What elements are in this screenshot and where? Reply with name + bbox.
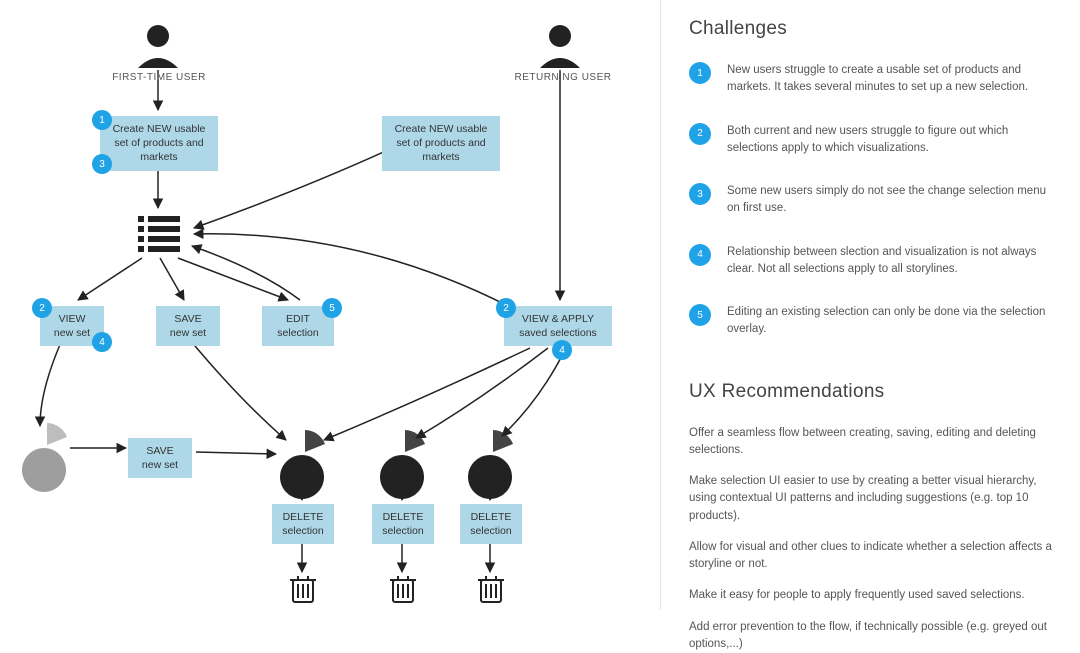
recommendation-item: Offer a seamless flow between creating, … <box>689 425 1058 460</box>
side-panel: Challenges 1 New users struggle to creat… <box>660 0 1080 610</box>
badge-4b: 4 <box>552 340 572 360</box>
badge-1: 1 <box>92 110 112 130</box>
sticky-create-first: Create NEW usable set of products and ma… <box>100 116 218 171</box>
challenge-badge: 3 <box>689 183 711 205</box>
badge-4a: 4 <box>92 332 112 352</box>
pie-black-3-icon <box>468 430 513 499</box>
first-time-user-icon <box>138 25 178 68</box>
pie-black-1-icon <box>280 430 325 499</box>
sticky-delete-3: DELETE selection <box>460 504 522 544</box>
challenge-badge: 4 <box>689 244 711 266</box>
challenge-item: 3 Some new users simply do not see the c… <box>689 183 1058 218</box>
recommendation-item: Allow for visual and other clues to indi… <box>689 539 1058 574</box>
first-time-user-label: FIRST-TIME USER <box>104 72 214 83</box>
trash-2-icon <box>390 576 416 602</box>
recommendations-heading: UX Recommendations <box>689 381 1058 403</box>
challenge-badge: 2 <box>689 123 711 145</box>
list-icon <box>138 216 180 252</box>
challenge-item: 2 Both current and new users struggle to… <box>689 123 1058 158</box>
badge-3: 3 <box>92 154 112 174</box>
challenge-item: 1 New users struggle to create a usable … <box>689 62 1058 97</box>
returning-user-icon <box>540 25 580 68</box>
diagram-canvas: FIRST-TIME USER RETURNING USER Create NE… <box>0 0 640 610</box>
challenge-item: 4 Relationship between slection and visu… <box>689 244 1058 279</box>
challenge-text: Relationship between slection and visual… <box>727 244 1058 279</box>
recommendation-item: Make selection UI easier to use by creat… <box>689 473 1058 525</box>
challenge-text: Editing an existing selection can only b… <box>727 304 1058 339</box>
badge-2a: 2 <box>32 298 52 318</box>
returning-user-label: RETURNING USER <box>508 72 618 83</box>
challenge-badge: 1 <box>689 62 711 84</box>
pie-grey-icon <box>22 423 67 492</box>
sticky-save-1: SAVE new set <box>156 306 220 346</box>
trash-3-icon <box>478 576 504 602</box>
challenge-badge: 5 <box>689 304 711 326</box>
sticky-delete-1: DELETE selection <box>272 504 334 544</box>
pie-black-2-icon <box>380 430 425 499</box>
challenge-item: 5 Editing an existing selection can only… <box>689 304 1058 339</box>
trash-1-icon <box>290 576 316 602</box>
sticky-create-returning: Create NEW usable set of products and ma… <box>382 116 500 171</box>
challenges-heading: Challenges <box>689 18 1058 40</box>
recommendation-item: Add error prevention to the flow, if tec… <box>689 619 1058 653</box>
recommendation-item: Make it easy for people to apply frequen… <box>689 587 1058 604</box>
challenge-text: Some new users simply do not see the cha… <box>727 183 1058 218</box>
badge-5: 5 <box>322 298 342 318</box>
challenge-text: New users struggle to create a usable se… <box>727 62 1058 97</box>
sticky-delete-2: DELETE selection <box>372 504 434 544</box>
challenge-text: Both current and new users struggle to f… <box>727 123 1058 158</box>
sticky-save-2: SAVE new set <box>128 438 192 478</box>
badge-2b: 2 <box>496 298 516 318</box>
